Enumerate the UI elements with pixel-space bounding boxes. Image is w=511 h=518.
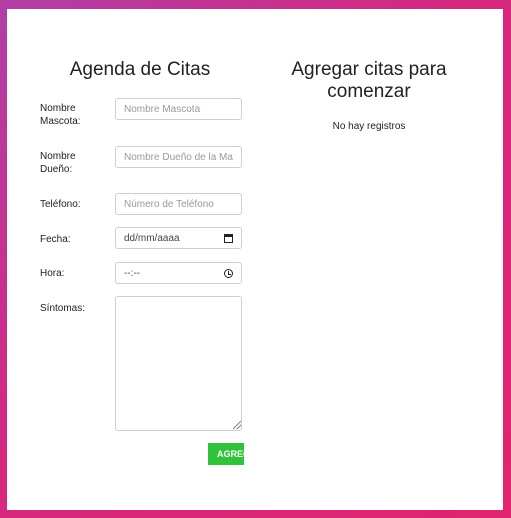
resize-grip-icon[interactable] <box>233 421 241 429</box>
pet-name-label: Nombre Mascota: <box>40 103 81 127</box>
empty-message: No hay registros <box>332 121 406 132</box>
owner-name-label: Nombre Dueño: <box>40 151 76 175</box>
time-input[interactable]: --:-- <box>115 262 242 284</box>
date-display: dd/mm/aaaa <box>124 232 180 244</box>
appointments-title: Agregar citas para comenzar <box>291 59 447 102</box>
pet-name-input[interactable] <box>115 98 242 120</box>
phone-label: Teléfono: <box>40 199 81 210</box>
clock-icon[interactable] <box>224 268 233 278</box>
calendar-icon[interactable] <box>224 233 233 243</box>
time-label: Hora: <box>40 268 65 279</box>
phone-input[interactable] <box>115 193 242 215</box>
main-card: Agenda de Citas Agregar citas para comen… <box>7 9 503 510</box>
date-input[interactable]: dd/mm/aaaa <box>115 227 242 249</box>
form-title: Agenda de Citas <box>69 59 211 80</box>
owner-name-input[interactable] <box>115 146 242 168</box>
symptoms-textarea[interactable] <box>115 296 242 431</box>
submit-button[interactable]: AGREGAR <box>208 443 244 465</box>
time-display: --:-- <box>124 267 141 279</box>
date-label: Fecha: <box>40 234 71 245</box>
symptoms-label: Síntomas: <box>40 303 86 314</box>
